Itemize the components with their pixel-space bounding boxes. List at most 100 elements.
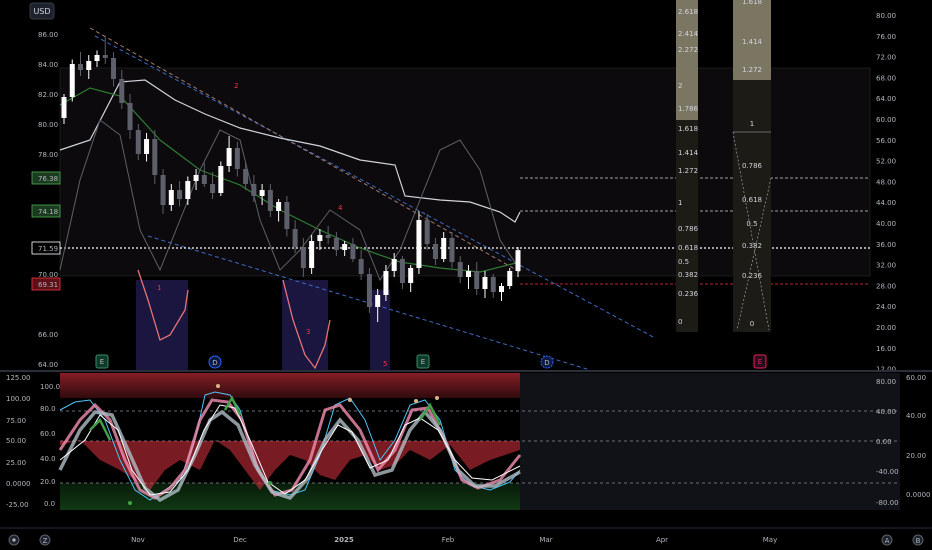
candle-body (391, 259, 397, 271)
svg-text:B: B (916, 537, 921, 545)
event-marker-d1[interactable]: D (208, 355, 222, 369)
auto-icon[interactable]: A (881, 534, 893, 546)
event-marker-e2[interactable]: E (416, 354, 430, 369)
candle-body (325, 235, 331, 238)
fib-level-label: 1 (750, 120, 754, 128)
candle-body (408, 268, 414, 283)
osc-right-inner-tick: 0.00 (876, 438, 892, 446)
fib-level-label: 1.272 (742, 66, 762, 74)
osc-left-tick: 100.0 (40, 383, 60, 391)
fib-level-label: 0.382 (742, 242, 762, 250)
fib-level-label: 1.414 (742, 38, 763, 46)
right-axis-tick: 16.00 (876, 345, 896, 353)
x-label-may: May (763, 536, 777, 544)
candle-body (490, 277, 496, 292)
candle-body (416, 220, 422, 268)
fib-level-label: 0.5 (746, 220, 757, 228)
candle-body (507, 271, 513, 286)
osc-left-tick: 40.0 (40, 455, 56, 463)
oscillator-left-axis[interactable]: 125.00 100.0 100.00 80.0 75.00 60.0 50.00 40.0 2… (6, 374, 60, 509)
event-marker-d2[interactable]: D (540, 355, 554, 369)
candle-body (267, 190, 273, 211)
svg-text:D: D (212, 359, 217, 367)
candle-body (177, 190, 183, 199)
candle-body (102, 55, 108, 58)
fib-level-label: 0 (678, 318, 682, 326)
right-axis-tick: 32.00 (876, 262, 896, 270)
candle-body (168, 190, 174, 205)
right-axis-tick: 68.00 (876, 74, 896, 82)
fib-level-label: 0.618 (678, 244, 698, 252)
candle-body (69, 64, 75, 97)
x-label-apr: Apr (656, 536, 668, 544)
fib-panel-1: 2.618 2.414 2.272 2 1.786 1.618 1.414 1.272 1 0.7… (676, 0, 699, 332)
left-price-axis[interactable]: 86.00 84.00 82.00 80.00 78.00 76.38 74.18 71.59… (31, 31, 61, 369)
candle-body (276, 202, 282, 211)
left-axis-tick: 82.00 (38, 91, 58, 99)
left-axis-tick: 76.38 (38, 175, 58, 183)
right-price-axis[interactable]: 80.00 76.00 72.00 68.00 64.00 60.00 56.00 52.00… (876, 12, 896, 374)
osc-right-outer-tick: 40.00 (906, 412, 926, 420)
candle-body (127, 103, 133, 130)
right-axis-tick: 12.00 (876, 366, 896, 374)
osc-right-outer-tick: 60.00 (906, 374, 926, 382)
candle-body (135, 130, 141, 154)
left-axis-tick: 84.00 (38, 61, 58, 69)
osc-left-tick: 0.0 (44, 500, 55, 508)
fib-level-label: 0.5 (678, 258, 689, 266)
candle-body (111, 58, 117, 79)
osc-left-tick: 80.0 (40, 405, 56, 413)
candle-body (399, 259, 405, 283)
x-label-2025: 2025 (334, 536, 354, 544)
candle-body (515, 250, 521, 271)
osc-right-inner-tick: -80.00 (876, 499, 899, 507)
svg-text:USD: USD (33, 7, 50, 16)
right-axis-tick: 20.00 (876, 324, 896, 332)
candle-body (465, 271, 471, 277)
candle-body (342, 244, 348, 250)
fib-level-label: 0.786 (742, 162, 763, 170)
wave-1-zone (136, 280, 188, 370)
candle-body (193, 175, 199, 181)
wave-label-5: 5 (383, 360, 387, 368)
candle-body (218, 166, 224, 193)
left-axis-tick: 80.00 (38, 121, 58, 129)
currency-badge[interactable]: USD (29, 2, 55, 20)
candle-body (152, 139, 158, 175)
gear-icon[interactable] (8, 534, 20, 546)
b-icon[interactable]: B (912, 534, 924, 546)
fib-level-label: 0.236 (678, 290, 699, 298)
candle-body (243, 169, 249, 184)
z-icon[interactable]: Z (39, 534, 51, 546)
candle-body (366, 274, 372, 307)
x-label-feb: Feb (442, 536, 455, 544)
svg-text:A: A (885, 537, 890, 545)
time-axis[interactable]: Nov Dec 2025 Feb Mar Apr May (131, 536, 777, 544)
right-axis-tick: 72.00 (876, 54, 896, 62)
osc-left-tick: 75.00 (6, 417, 26, 425)
price-chart[interactable]: 2.618 2.414 2.272 2 1.786 1.618 1.414 1.272 1 0.7… (0, 0, 932, 550)
fib-level-label: 1.618 (678, 125, 698, 133)
candle-body (292, 229, 298, 247)
left-axis-tick: 66.00 (38, 331, 58, 339)
candle-body (432, 244, 438, 259)
wave-3-zone (282, 280, 328, 370)
oscillator-right-axis-outer[interactable]: 60.00 40.00 20.00 0.0000 (906, 374, 931, 499)
x-label-nov: Nov (131, 536, 145, 544)
event-marker-e1[interactable]: E (95, 354, 109, 369)
candle-body (251, 184, 257, 196)
candle-body (61, 97, 67, 118)
candle-body (144, 139, 150, 154)
candle-body (300, 247, 306, 268)
candle-body (86, 61, 92, 70)
oscillator-pane (58, 373, 900, 510)
fib-level-label: 1.786 (678, 105, 699, 113)
osc-right-inner-tick: 40.00 (876, 408, 896, 416)
svg-text:D: D (544, 359, 549, 367)
osc-right-inner-tick: 80.00 (876, 378, 896, 386)
event-marker-e3[interactable]: E (753, 354, 767, 369)
fib-level-label: 1.272 (678, 167, 698, 175)
osc-left-tick: -25.00 (6, 501, 29, 509)
wave-label-3: 3 (306, 328, 310, 336)
candle-body (457, 262, 463, 277)
